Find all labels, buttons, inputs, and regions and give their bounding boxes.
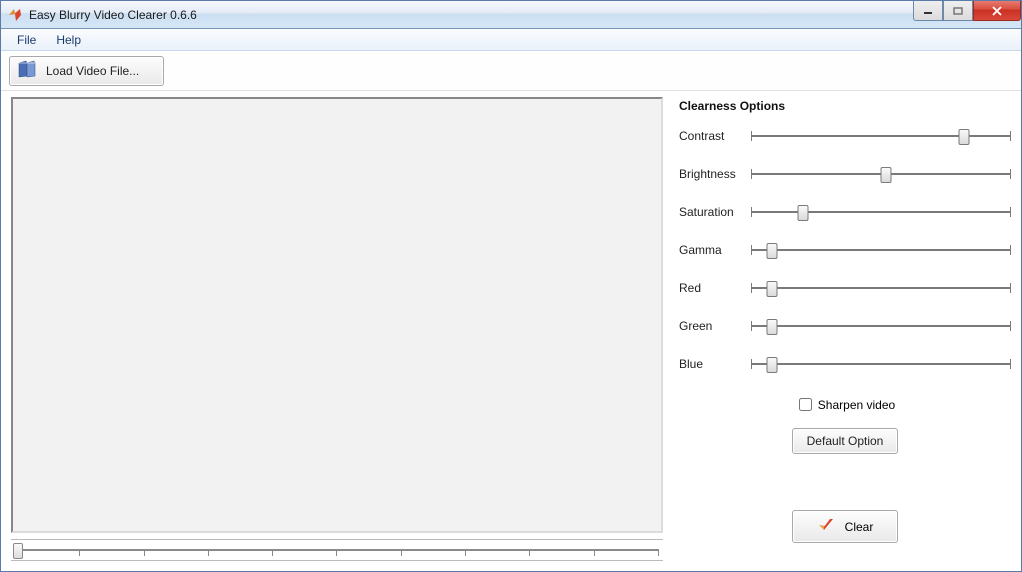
toolbar: Load Video File...	[1, 51, 1021, 91]
load-video-label: Load Video File...	[46, 64, 139, 78]
slider-row-saturation: Saturation	[679, 201, 1011, 223]
slider-label: Contrast	[679, 129, 751, 143]
book-icon	[16, 59, 38, 82]
slider-label: Brightness	[679, 167, 751, 181]
slider-label: Blue	[679, 357, 751, 371]
slider-green[interactable]	[751, 316, 1011, 336]
check-icon	[817, 517, 835, 536]
slider-brightness[interactable]	[751, 164, 1011, 184]
slider-row-brightness: Brightness	[679, 163, 1011, 185]
menubar: File Help	[1, 29, 1021, 51]
preview-column	[11, 97, 663, 561]
slider-label: Red	[679, 281, 751, 295]
options-panel: Clearness Options Contrast Brightness Satu…	[679, 97, 1011, 561]
slider-gamma[interactable]	[751, 240, 1011, 260]
window-title: Easy Blurry Video Clearer 0.6.6	[29, 8, 197, 22]
window-controls	[913, 1, 1021, 21]
content-area: Clearness Options Contrast Brightness Satu…	[1, 91, 1021, 571]
slider-label: Green	[679, 319, 751, 333]
sharpen-label: Sharpen video	[818, 398, 895, 412]
slider-row-blue: Blue	[679, 353, 1011, 375]
slider-row-green: Green	[679, 315, 1011, 337]
app-window: Easy Blurry Video Clearer 0.6.6 File Hel…	[0, 0, 1022, 572]
slider-row-red: Red	[679, 277, 1011, 299]
clear-button-label: Clear	[845, 520, 874, 534]
load-video-button[interactable]: Load Video File...	[9, 56, 164, 86]
sharpen-checkbox[interactable]	[799, 398, 812, 411]
slider-red[interactable]	[751, 278, 1011, 298]
menu-help[interactable]: Help	[46, 31, 91, 49]
timeline-thumb[interactable]	[13, 543, 23, 559]
slider-row-gamma: Gamma	[679, 239, 1011, 261]
slider-label: Saturation	[679, 205, 751, 219]
close-button[interactable]	[973, 1, 1021, 21]
app-icon	[7, 7, 23, 23]
slider-saturation[interactable]	[751, 202, 1011, 222]
video-preview	[11, 97, 663, 533]
maximize-button[interactable]	[943, 1, 973, 21]
default-option-button[interactable]: Default Option	[792, 428, 899, 454]
slider-row-contrast: Contrast	[679, 125, 1011, 147]
timeline-slider[interactable]	[11, 539, 663, 561]
clear-button[interactable]: Clear	[792, 510, 899, 543]
minimize-button[interactable]	[913, 1, 943, 21]
slider-label: Gamma	[679, 243, 751, 257]
slider-contrast[interactable]	[751, 126, 1011, 146]
options-title: Clearness Options	[679, 99, 1011, 113]
sharpen-row: Sharpen video	[679, 395, 1011, 414]
titlebar: Easy Blurry Video Clearer 0.6.6	[1, 1, 1021, 29]
slider-blue[interactable]	[751, 354, 1011, 374]
menu-file[interactable]: File	[7, 31, 46, 49]
